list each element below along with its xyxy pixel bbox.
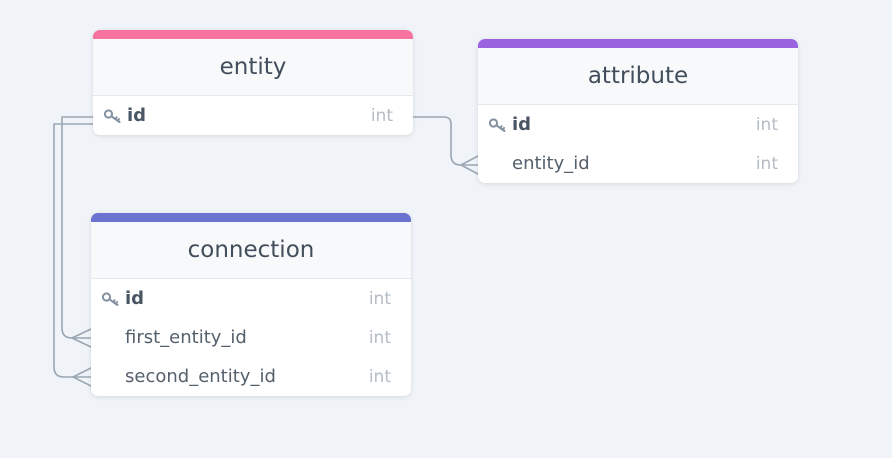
table-fields: id int [93, 96, 413, 135]
table-accent-bar [93, 30, 413, 39]
table-fields: id int entity_id int [478, 105, 798, 183]
field-row-id[interactable]: id int [91, 279, 411, 318]
field-type: int [370, 105, 393, 126]
table-accent-bar [478, 39, 798, 48]
table-entity[interactable]: entity id int [93, 30, 413, 135]
key-icon [101, 290, 125, 308]
field-type: int [368, 288, 391, 309]
key-icon [488, 116, 512, 134]
field-row-second-entity-id[interactable]: second_entity_id int [91, 357, 411, 396]
field-type: int [368, 366, 391, 387]
table-title[interactable]: attribute [478, 48, 798, 105]
field-type: int [755, 114, 778, 135]
key-slot [488, 155, 512, 173]
field-row-first-entity-id[interactable]: first_entity_id int [91, 318, 411, 357]
field-type: int [755, 153, 778, 174]
relationship-line-entity-connection-first [61, 116, 94, 339]
field-row-entity-id[interactable]: entity_id int [478, 144, 798, 183]
table-connection[interactable]: connection id int first_entity_id int second… [91, 213, 411, 396]
key-slot [101, 329, 125, 347]
key-slot [101, 368, 125, 386]
field-type: int [368, 327, 391, 348]
field-name: entity_id [512, 153, 590, 174]
field-name: id [127, 105, 147, 126]
key-icon [103, 107, 127, 125]
table-title[interactable]: connection [91, 222, 411, 279]
field-row-id[interactable]: id int [93, 96, 413, 135]
field-name: id [125, 288, 145, 309]
table-attribute[interactable]: attribute id int entity_id int [478, 39, 798, 183]
field-row-id[interactable]: id int [478, 105, 798, 144]
relationship-line-entity-attribute [412, 116, 479, 166]
field-name: first_entity_id [125, 327, 247, 348]
field-name: second_entity_id [125, 366, 276, 387]
field-name: id [512, 114, 532, 135]
table-title[interactable]: entity [93, 39, 413, 96]
table-fields: id int first_entity_id int second_entity_id i… [91, 279, 411, 396]
table-accent-bar [91, 213, 411, 222]
